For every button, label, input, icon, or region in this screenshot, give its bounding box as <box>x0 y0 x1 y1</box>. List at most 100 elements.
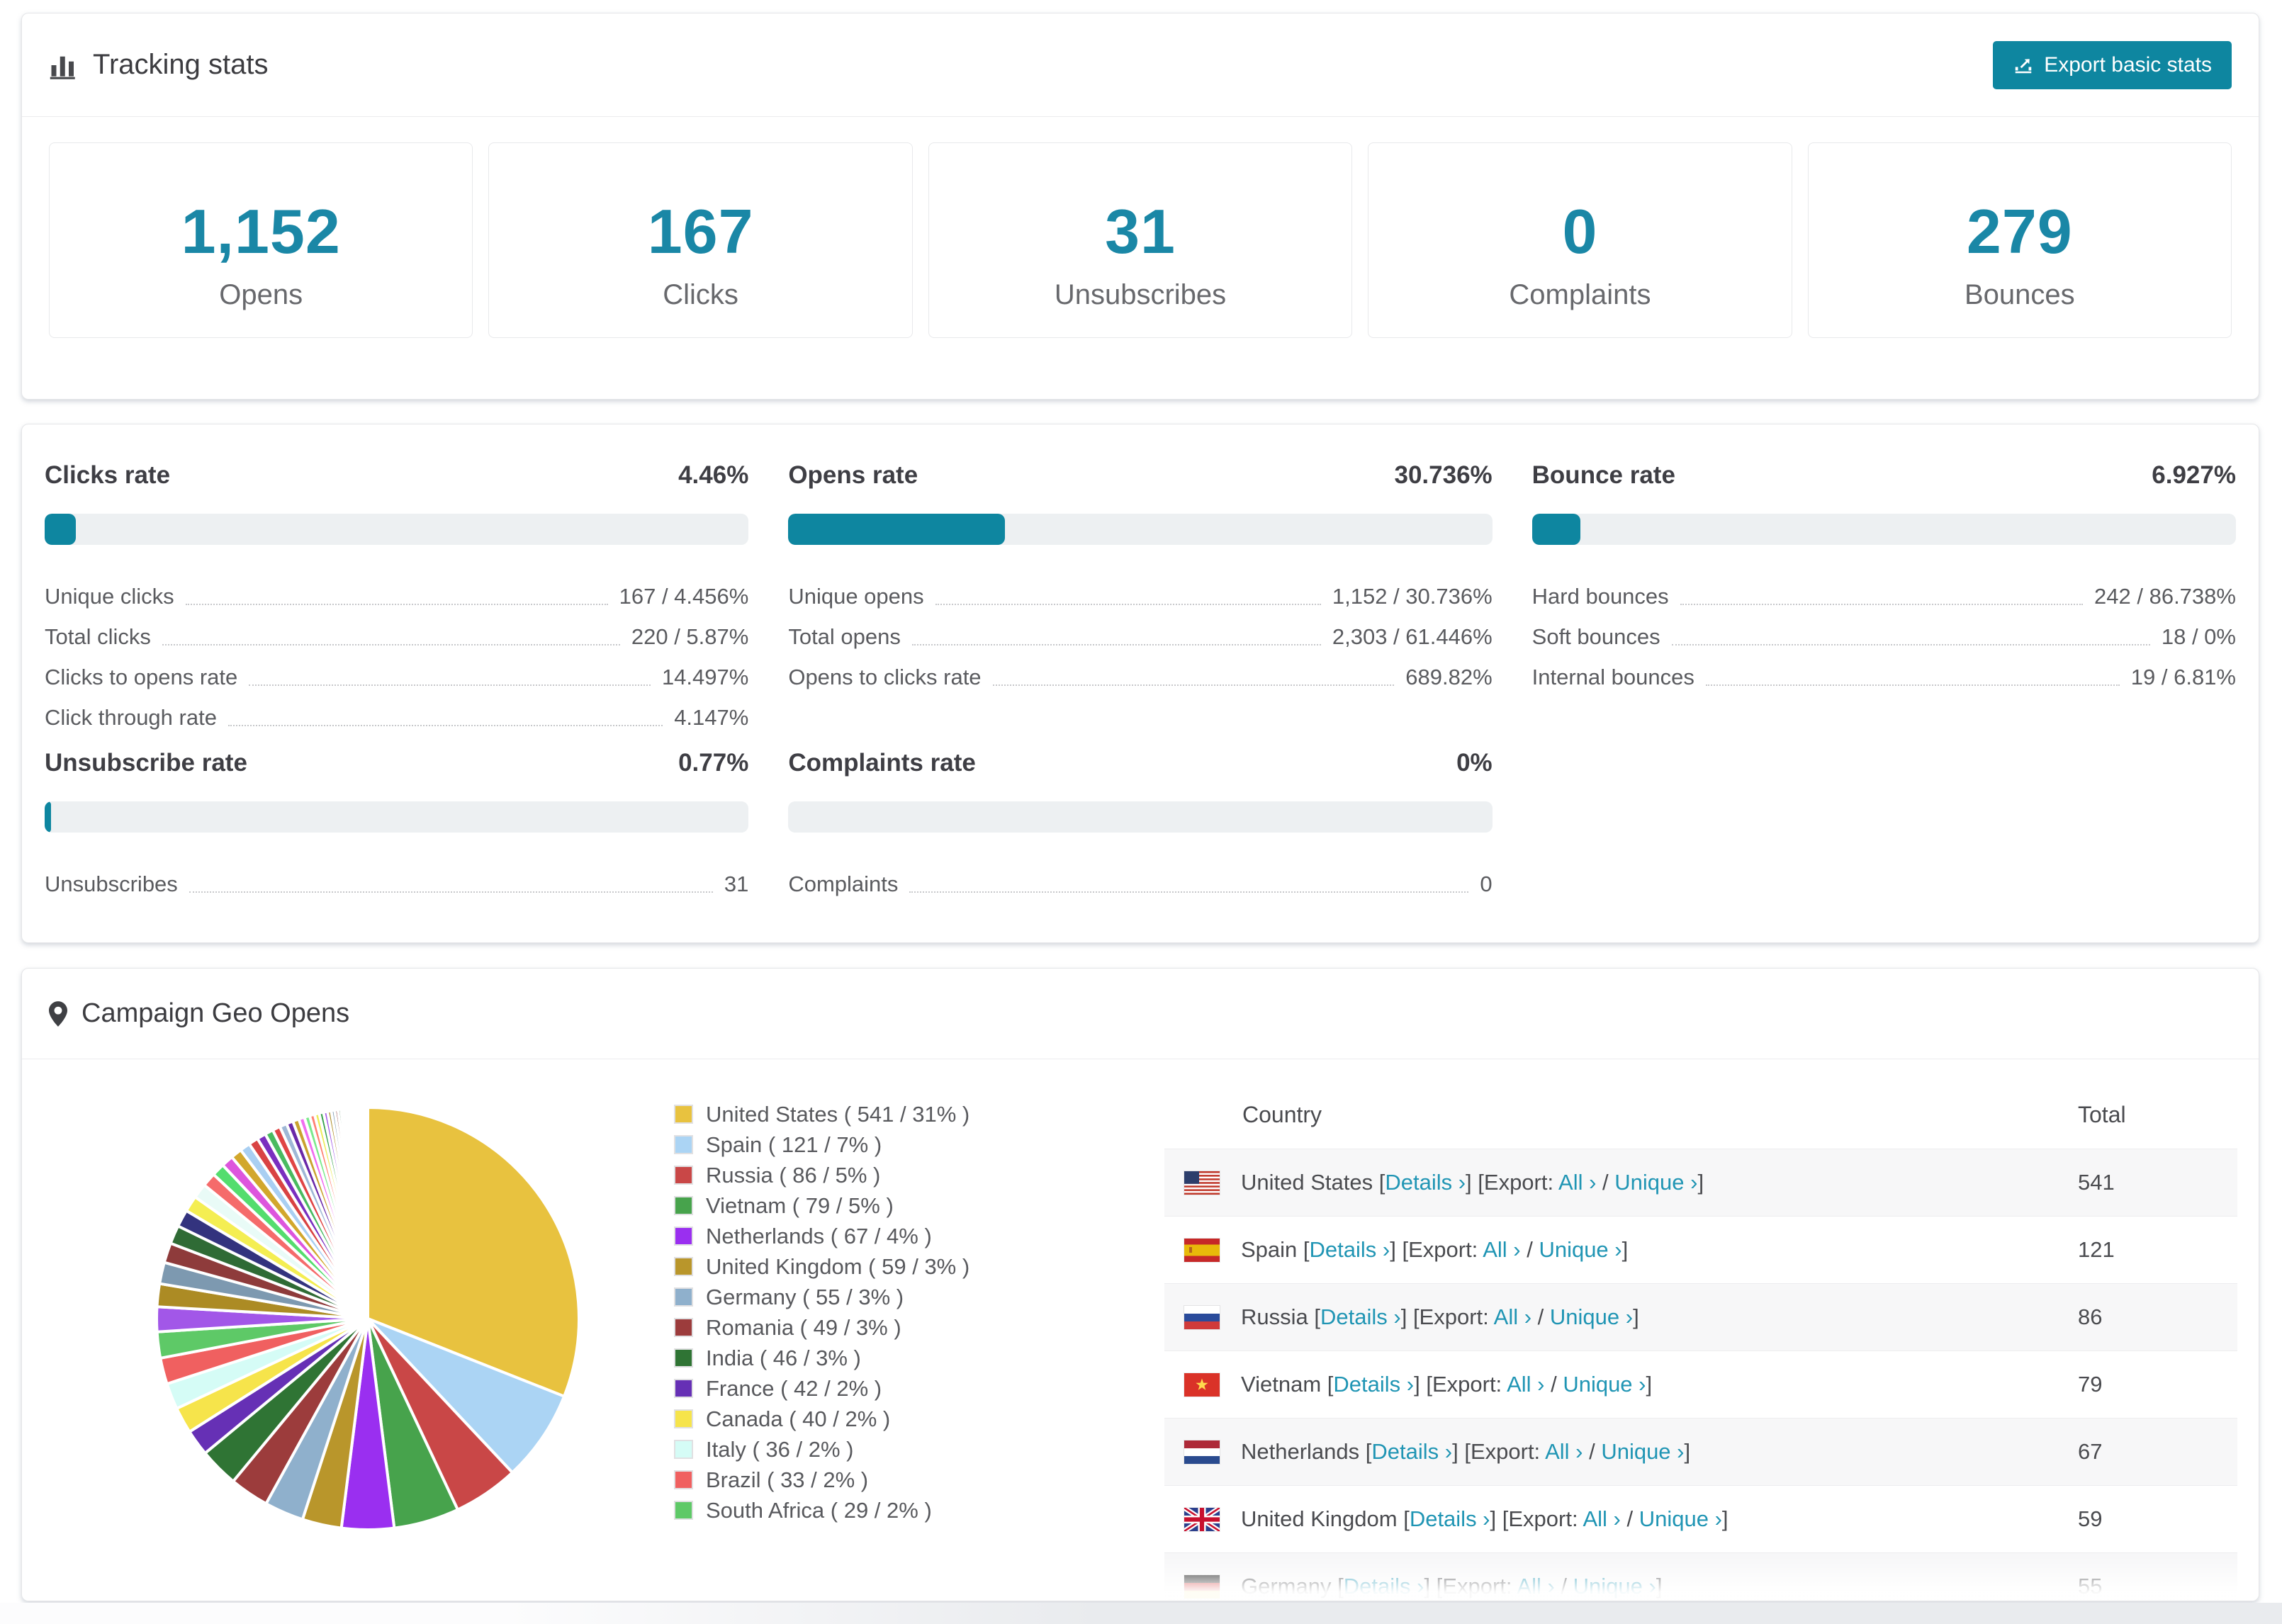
details-link[interactable]: Details › <box>1333 1372 1414 1397</box>
bracket-text: ] <box>1400 1304 1413 1329</box>
country-cell: United States [Details ›] [Export: All ›… <box>1164 1170 2078 1195</box>
rate-header: Complaints rate 0% <box>788 749 1492 777</box>
rates-grid: Clicks rate 4.46% Unique clicks 167 / 4.456… <box>45 461 2236 898</box>
details-link[interactable]: Details › <box>1320 1304 1401 1329</box>
summary-stat-box-opens: 1,152 Opens <box>49 142 473 338</box>
total-cell: 541 <box>2078 1170 2115 1195</box>
rate-row-label: Unique opens <box>788 584 924 609</box>
legend-label: France ( 42 / 2% ) <box>706 1375 882 1401</box>
total-cell: 55 <box>2078 1574 2103 1598</box>
summary-stat-value: 31 <box>1105 196 1176 266</box>
rate-row: Unique opens 1,152 / 30.736% <box>788 570 1492 611</box>
rate-row-value: 31 <box>724 872 749 896</box>
table-row-es: Spain [Details ›] [Export: All › / Uniqu… <box>1164 1216 2237 1283</box>
legend-item: France ( 42 / 2% ) <box>674 1373 1071 1404</box>
table-row-us: United States [Details ›] [Export: All ›… <box>1164 1149 2237 1216</box>
country-cell: Spain [Details ›] [Export: All › / Uniqu… <box>1164 1237 2078 1263</box>
legend-item: United States ( 541 / 31% ) <box>674 1099 1071 1129</box>
bracket-text: / <box>1620 1506 1639 1531</box>
export-all-link[interactable]: All › <box>1517 1574 1554 1598</box>
rate-row-label: Complaints <box>788 872 899 896</box>
legend-color-swatch <box>674 1135 693 1154</box>
rate-row-value: 0 <box>1480 872 1493 896</box>
summary-stat-label: Bounces <box>1964 279 2075 310</box>
rate-row: Click through rate 4.147% <box>45 692 748 732</box>
details-link[interactable]: Details › <box>1371 1439 1452 1464</box>
rate-value: 30.736% <box>1394 461 1493 489</box>
details-link[interactable]: Details › <box>1410 1506 1490 1531</box>
dotted-leader <box>185 604 608 605</box>
export-unique-link[interactable]: Unique › <box>1639 1506 1722 1531</box>
country-name-and-links: Netherlands [Details ›] [Export: All › /… <box>1241 1439 1690 1465</box>
summary-stat-label: Unsubscribes <box>1054 279 1227 310</box>
rate-title: Clicks rate <box>45 461 171 489</box>
summary-stats-row: 1,152 Opens 167 Clicks 31 Unsubscribes 0 Compla… <box>49 142 2232 338</box>
export-all-link[interactable]: All › <box>1507 1372 1544 1397</box>
flag-icon-de <box>1184 1574 1241 1599</box>
bracket-text: ] <box>1656 1574 1663 1598</box>
rate-row-label: Soft bounces <box>1531 624 1660 649</box>
export-all-link[interactable]: All › <box>1583 1506 1620 1531</box>
export-all-link[interactable]: All › <box>1545 1439 1583 1464</box>
total-cell: 67 <box>2078 1439 2103 1464</box>
rate-block-bounce-rate: Bounce rate 6.927% Hard bounces 242 / 86.73… <box>1531 461 2236 732</box>
dotted-leader <box>1671 644 2150 645</box>
bracket-text: / <box>1596 1170 1615 1195</box>
bracket-text: [Export: <box>1412 1304 1494 1329</box>
bracket-text: ] <box>1697 1170 1704 1195</box>
bracket-text: / <box>1544 1372 1563 1397</box>
bracket-text: [Export: <box>1436 1574 1517 1598</box>
flag-icon-vn <box>1184 1372 1241 1397</box>
export-unique-link[interactable]: Unique › <box>1539 1237 1621 1262</box>
rate-row-value: 19 / 6.81% <box>2130 665 2236 689</box>
legend-color-swatch <box>674 1379 693 1398</box>
bracket-text: / <box>1583 1439 1602 1464</box>
table-row-nl: Netherlands [Details ›] [Export: All › /… <box>1164 1418 2237 1485</box>
bracket-text: ] <box>1621 1237 1629 1262</box>
export-all-link[interactable]: All › <box>1483 1237 1520 1262</box>
details-link[interactable]: Details › <box>1344 1574 1424 1598</box>
country-cell: Russia [Details ›] [Export: All › / Uniq… <box>1164 1304 2078 1330</box>
rate-row-value: 18 / 0% <box>2161 624 2236 649</box>
dotted-leader <box>189 891 713 893</box>
export-unique-link[interactable]: Unique › <box>1563 1372 1646 1397</box>
rate-row: Total opens 2,303 / 61.446% <box>788 611 1492 651</box>
summary-stat-box-complaints: 0 Complaints <box>1368 142 1792 338</box>
total-cell: 59 <box>2078 1506 2103 1531</box>
country-name-and-links: Germany [Details ›] [Export: All › / Uni… <box>1241 1574 1662 1599</box>
country-cell: United Kingdom [Details ›] [Export: All … <box>1164 1506 2078 1532</box>
export-basic-stats-button[interactable]: Export basic stats <box>1993 40 2232 89</box>
details-link[interactable]: Details › <box>1385 1170 1466 1195</box>
rate-header: Bounce rate 6.927% <box>1532 461 2236 490</box>
dotted-leader <box>227 725 663 726</box>
export-all-link[interactable]: All › <box>1494 1304 1531 1329</box>
rate-value: 4.46% <box>678 461 749 489</box>
export-all-link[interactable]: All › <box>1558 1170 1596 1195</box>
pie-legend: United States ( 541 / 31% ) Spain ( 121 /… <box>674 1099 1071 1526</box>
export-unique-link[interactable]: Unique › <box>1614 1170 1697 1195</box>
country-name-and-links: Spain [Details ›] [Export: All › / Uniqu… <box>1241 1237 1628 1263</box>
country-name: United States <box>1241 1170 1379 1195</box>
rate-row-label: Internal bounces <box>1531 665 1694 689</box>
country-name: Spain <box>1241 1237 1303 1262</box>
summary-stat-box-bounces: 279 Bounces <box>1807 142 2232 338</box>
flag-icon-nl <box>1184 1439 1241 1465</box>
bracket-text: ] <box>1646 1372 1653 1397</box>
legend-item: Brazil ( 33 / 2% ) <box>674 1465 1071 1495</box>
rate-row-value: 2,303 / 61.446% <box>1332 624 1493 649</box>
rate-row-label: Clicks to opens rate <box>45 665 238 689</box>
table-row-ru: Russia [Details ›] [Export: All › / Uniq… <box>1164 1283 2237 1350</box>
bracket-text: ] <box>1424 1574 1437 1598</box>
rate-title: Bounce rate <box>1531 461 1675 489</box>
legend-label: Russia ( 86 / 5% ) <box>706 1162 881 1188</box>
bracket-text: / <box>1531 1304 1550 1329</box>
legend-item: Russia ( 86 / 5% ) <box>674 1160 1071 1190</box>
export-unique-link[interactable]: Unique › <box>1601 1439 1684 1464</box>
tracking-stats-header: Tracking stats Export basic stats <box>22 13 2259 117</box>
details-link[interactable]: Details › <box>1310 1237 1390 1262</box>
rate-progress-fill <box>1531 514 1581 545</box>
export-unique-link[interactable]: Unique › <box>1550 1304 1633 1329</box>
legend-color-swatch <box>674 1440 693 1459</box>
export-unique-link[interactable]: Unique › <box>1573 1574 1656 1598</box>
tracking-stats-panel: Tracking stats Export basic stats 1,152 O… <box>21 13 2259 400</box>
